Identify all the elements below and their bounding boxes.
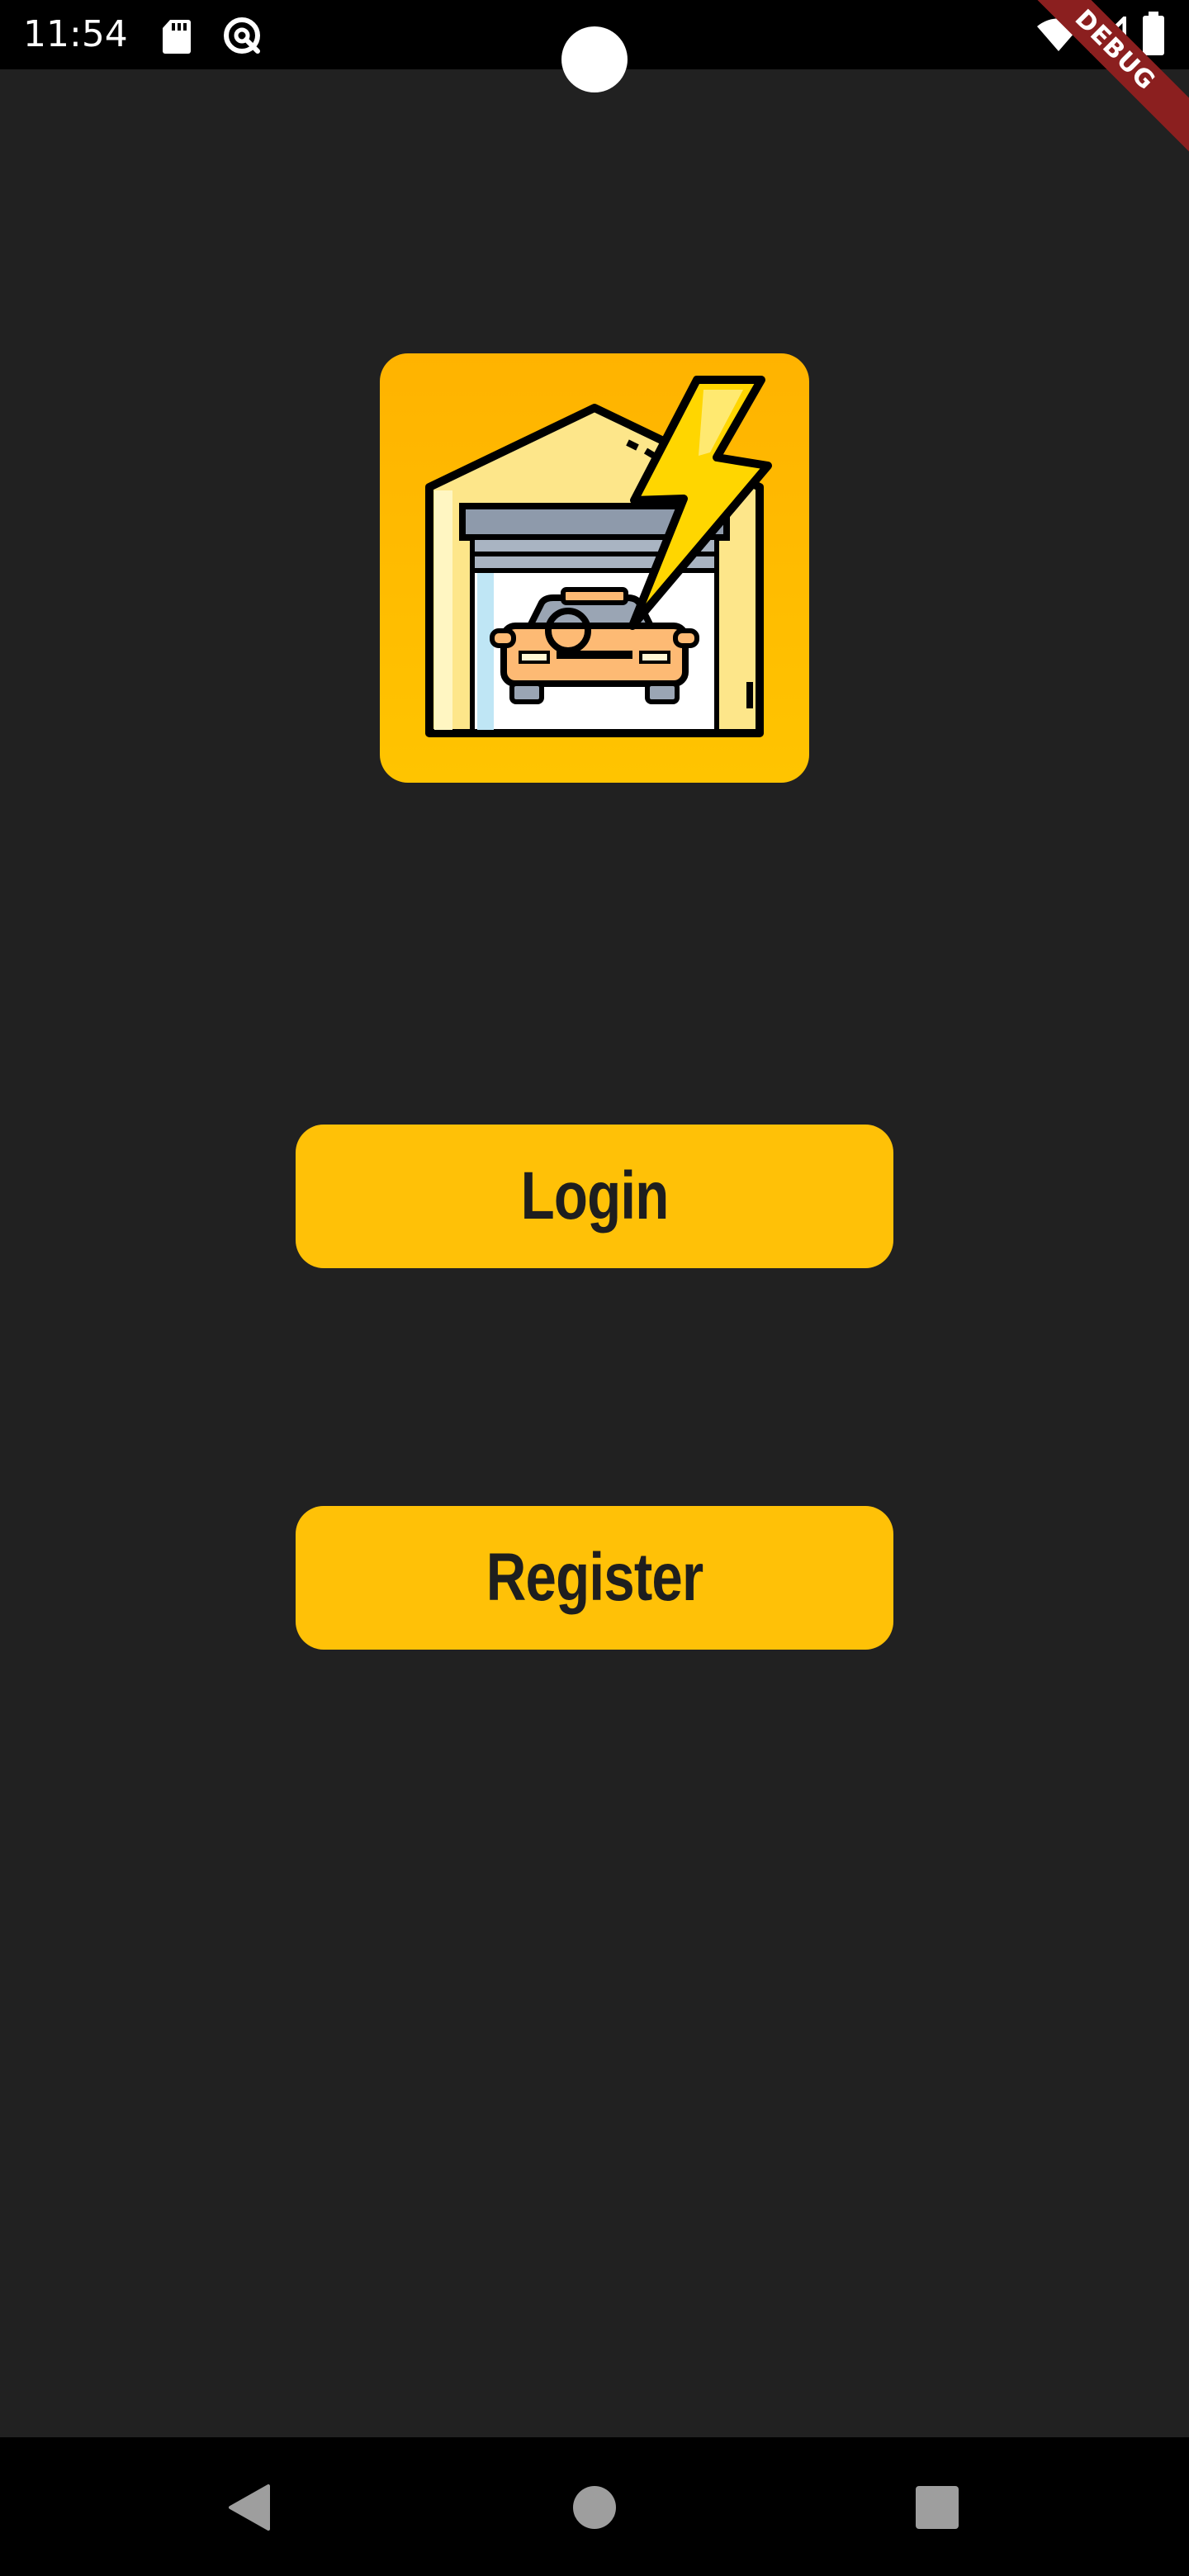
camera-cutout — [561, 26, 628, 92]
status-bar: 11:54 — [0, 0, 1189, 92]
system-navigation-bar — [0, 2437, 1189, 2576]
sd-card-icon — [162, 18, 192, 58]
recents-button[interactable] — [892, 2462, 983, 2553]
battery-icon — [1141, 12, 1166, 59]
login-button-label: Login — [520, 1158, 670, 1234]
login-button[interactable]: Login — [296, 1125, 893, 1268]
home-button[interactable] — [549, 2462, 640, 2553]
status-time: 11:54 — [23, 13, 128, 55]
app-screen: 11:54 DEBUG Login Register — [0, 0, 1189, 2576]
register-button-label: Register — [486, 1540, 703, 1615]
garage-car-lightning-icon — [425, 376, 772, 737]
back-icon — [229, 2484, 270, 2531]
home-icon — [573, 2486, 616, 2529]
back-button[interactable] — [205, 2462, 296, 2553]
vpn-icon — [221, 15, 263, 59]
recents-icon — [916, 2486, 959, 2529]
register-button[interactable]: Register — [296, 1506, 893, 1650]
app-logo — [380, 353, 809, 783]
